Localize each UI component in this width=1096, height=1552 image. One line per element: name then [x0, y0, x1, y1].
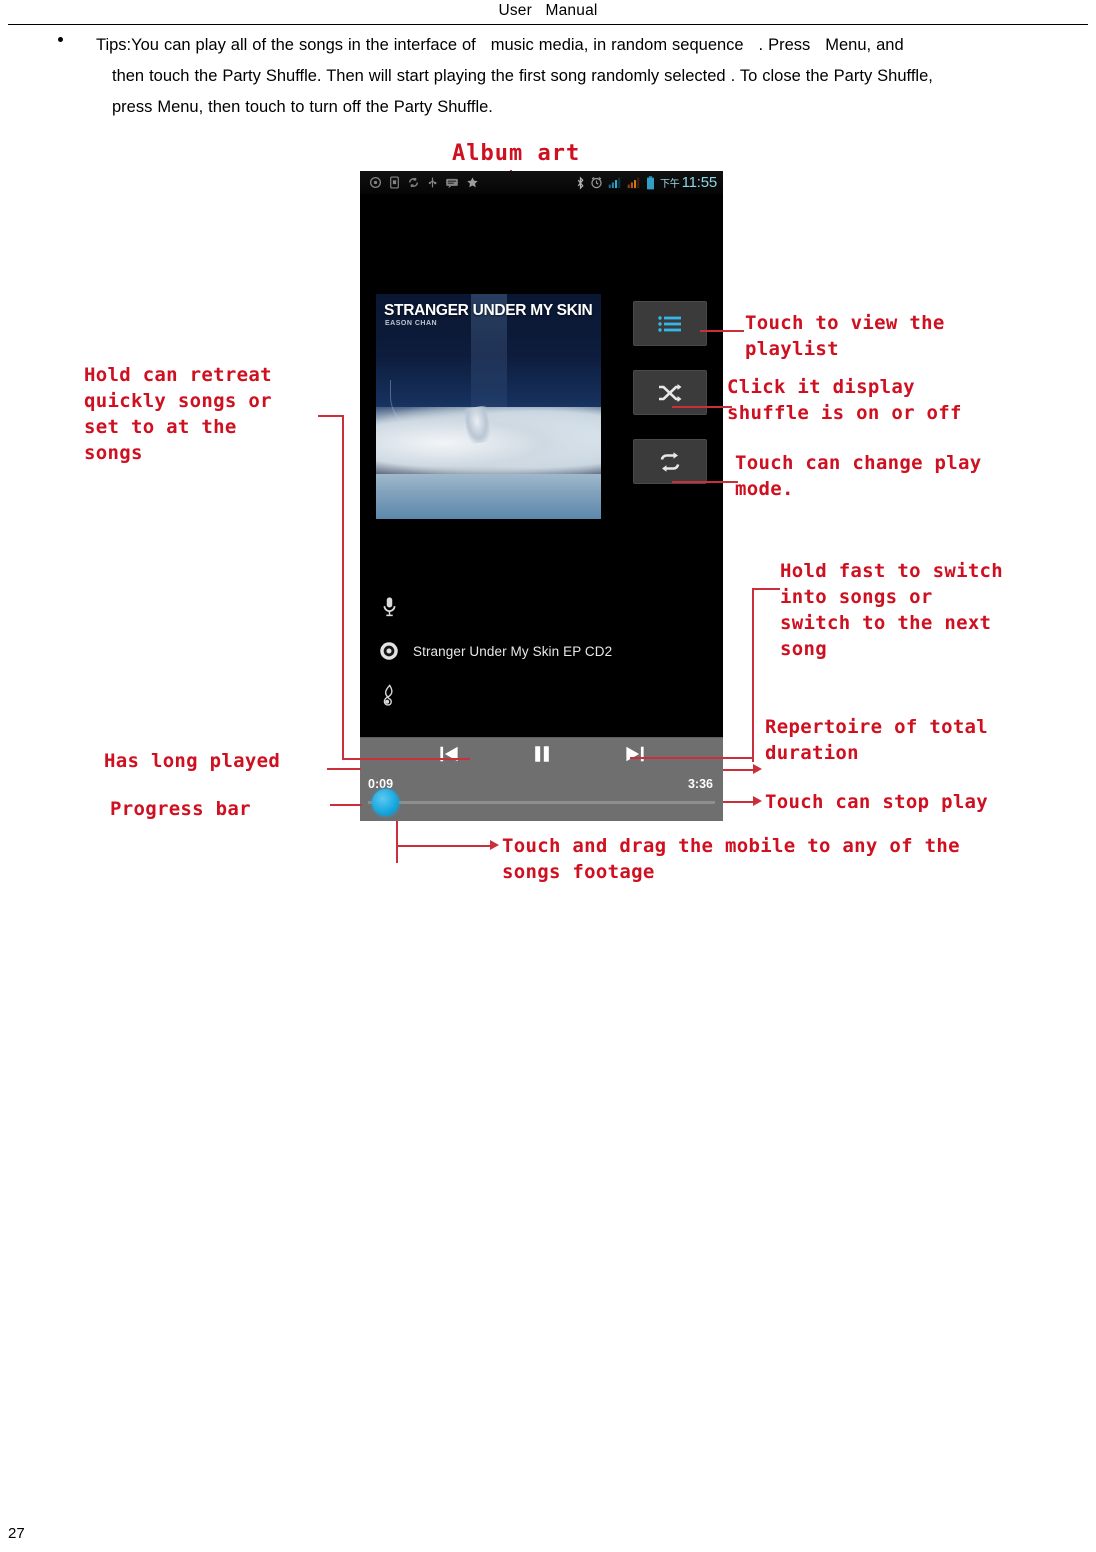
page-header-title: User Manual: [498, 2, 598, 19]
bluetooth-icon: [577, 175, 584, 190]
annotation-hold-fast-switch: Hold fast to switch into songs or switch…: [780, 560, 1004, 660]
status-bar-clock: 下午 11:55: [660, 174, 717, 191]
microphone-icon: [378, 596, 400, 618]
transport-buttons: [360, 744, 723, 764]
album-art-sea: [376, 474, 601, 519]
header-divider: [8, 24, 1088, 25]
sim-card-icon: [390, 176, 399, 189]
location-icon: [369, 176, 382, 189]
annotation-view-playlist: Touch to view the playlist: [745, 312, 945, 360]
usb-icon: [428, 177, 437, 188]
total-duration: 3:36: [687, 777, 713, 791]
previous-icon: [439, 746, 458, 762]
metadata-row-album: Stranger Under My Skin EP CD2: [378, 629, 698, 673]
status-bar-left-icons: [369, 176, 479, 189]
bullet-icon: [58, 37, 63, 42]
annotation-progress-bar: Progress bar: [110, 798, 251, 820]
leader-stop-play-arrow: [753, 796, 762, 806]
leader-shuffle-toggle: [672, 406, 732, 408]
playlist-button[interactable]: [633, 301, 707, 346]
clock-time: 11:55: [681, 174, 718, 191]
leader-progress-bar: [330, 804, 362, 806]
battery-icon: [646, 175, 654, 189]
page-number: 27: [8, 1525, 25, 1542]
music-note-icon: [378, 684, 400, 706]
leader-hold-fast-bottom: [630, 757, 754, 759]
next-button[interactable]: [624, 744, 646, 764]
track-metadata: Stranger Under My Skin EP CD2: [378, 585, 698, 717]
playlist-icon: [658, 315, 681, 332]
annotation-drag-footage: Touch and drag the mobile to any of the …: [502, 835, 960, 883]
phone-screenshot: 下午 11:55 STRANGER UNDER MY SKIN EASON CH…: [360, 171, 723, 821]
leader-drag-footage-horiz: [396, 845, 494, 847]
repeat-button[interactable]: [633, 439, 707, 484]
annotation-stop-play: Touch can stop play: [765, 791, 989, 813]
side-buttons: [633, 301, 707, 484]
metadata-row-track: [378, 673, 698, 717]
album-art-artist: EASON CHAN: [385, 320, 438, 327]
leader-drag-footage-arrow: [490, 840, 499, 850]
album-art: STRANGER UNDER MY SKIN EASON CHAN: [376, 294, 601, 519]
previous-button[interactable]: [438, 744, 460, 764]
album-art-title: STRANGER UNDER MY SKIN: [384, 302, 593, 319]
leader-total-duration-arrow: [753, 764, 762, 774]
annotation-hold-retreat: Hold can retreat quickly songs or set to…: [84, 364, 272, 464]
leader-hold-retreat-top: [318, 415, 344, 417]
signal-bars-sim1-icon: [608, 177, 621, 189]
leader-hold-retreat-bottom: [342, 758, 470, 760]
clock-ampm: 下午: [659, 179, 680, 190]
star-icon: [467, 177, 478, 188]
disc-icon: [378, 641, 400, 661]
tips-paragraph: Tips:You can play all of the songs in th…: [58, 30, 1080, 123]
signal-bars-sim2-icon: [627, 177, 640, 189]
pause-icon: [534, 746, 549, 762]
leader-total-duration: [723, 769, 757, 771]
leader-hold-retreat-vert: [342, 415, 344, 760]
message-icon: [446, 178, 458, 188]
tips-line-2: then touch the Party Shuffle. Then will …: [112, 67, 933, 85]
album-art-foam: [376, 406, 601, 479]
annotation-shuffle-toggle: Click it display shuffle is on or off: [727, 376, 962, 424]
progress-bar[interactable]: [368, 789, 715, 816]
shuffle-icon: [659, 383, 682, 402]
alarm-clock-icon: [591, 176, 602, 189]
annotation-has-long-played: Has long played: [104, 750, 281, 772]
metadata-row-artist: [378, 585, 698, 629]
tips-text: Tips:You can play all of the songs in th…: [96, 30, 1080, 123]
progress-track: [368, 801, 715, 804]
next-icon: [625, 746, 644, 762]
metadata-album-label: Stranger Under My Skin EP CD2: [413, 643, 613, 659]
leader-hold-fast-top: [752, 588, 780, 590]
page-header: User Manual: [0, 0, 1096, 26]
repeat-icon: [660, 451, 680, 472]
leader-drag-footage-vert: [396, 821, 398, 863]
annotation-total-duration: Repertoire of total duration: [765, 716, 989, 764]
tips-line-3: press Menu, then touch to turn off the P…: [112, 98, 493, 116]
leader-play-mode: [672, 481, 738, 483]
leader-has-long-played: [327, 768, 361, 770]
shuffle-button[interactable]: [633, 370, 707, 415]
leader-total-duration-vert: [752, 714, 754, 762]
player-controls-bar: 0:09 3:36: [360, 737, 723, 821]
tips-line-1: Tips:You can play all of the songs in th…: [96, 36, 904, 54]
annotation-album-art: Album art: [452, 141, 581, 166]
pause-button[interactable]: [532, 744, 552, 764]
status-bar-right-icons: 下午 11:55: [576, 174, 717, 191]
annotation-play-mode: Touch can change play mode.: [735, 452, 982, 500]
progress-thumb[interactable]: [372, 789, 399, 816]
leader-view-playlist: [700, 330, 744, 332]
status-bar: 下午 11:55: [360, 171, 723, 194]
leader-stop-play: [723, 801, 757, 803]
sync-icon: [409, 177, 418, 188]
